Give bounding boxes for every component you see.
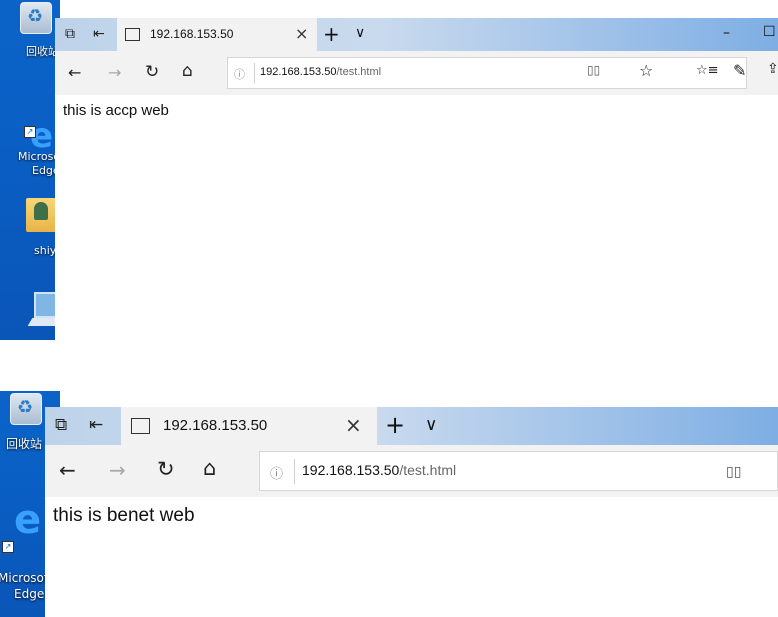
new-tab-button[interactable]: + xyxy=(323,22,340,46)
edge-window: ⧉ ⇤ 192.168.153.50 × + ∨ ← → ↻ ⌂ ⓘ 192.1… xyxy=(45,407,778,617)
tab-preview-icon[interactable]: ⧉ xyxy=(55,415,67,435)
favorite-star-icon[interactable]: ☆ xyxy=(639,61,653,80)
recycle-bin-label: 回收站 xyxy=(6,437,43,451)
reading-view-icon[interactable]: ▯▯ xyxy=(587,63,600,77)
back-button[interactable]: ← xyxy=(59,458,76,482)
address-separator xyxy=(294,459,295,484)
screenshot-bottom: 回收站 e ↗ Microsoft Edge ⧉ ⇤ 192.168.153.5… xyxy=(0,391,778,617)
forward-button[interactable]: → xyxy=(109,458,126,482)
forward-button[interactable]: → xyxy=(108,63,121,82)
recycle-bin-icon[interactable] xyxy=(20,2,52,34)
edge-label-line2: Edge xyxy=(14,587,45,601)
refresh-button[interactable]: ↻ xyxy=(145,62,159,82)
home-button[interactable]: ⌂ xyxy=(203,456,216,480)
page-icon xyxy=(125,28,140,41)
edge-icon[interactable]: e xyxy=(14,497,41,543)
shortcut-arrow-icon: ↗ xyxy=(24,126,36,138)
url-host: 192.168.153.50 xyxy=(302,462,400,478)
title-bar: ⧉ ⇤ 192.168.153.50 × + ∨ xyxy=(45,407,778,445)
minimize-button[interactable]: – xyxy=(723,25,730,41)
page-text: this is accp web xyxy=(63,102,169,119)
shortcut-arrow-icon: ↗ xyxy=(2,541,14,553)
tab-title: 192.168.153.50 xyxy=(163,417,268,434)
favorites-hub-icon[interactable]: ☆≡ xyxy=(696,63,719,78)
title-bar: ⧉ ⇤ 192.168.153.50 × + ∨ – ☐ xyxy=(55,18,778,51)
web-note-icon[interactable]: ✎ xyxy=(733,61,746,80)
address-url[interactable]: 192.168.153.50/test.html xyxy=(260,66,381,78)
page-icon xyxy=(131,418,150,434)
page-content: this is accp web xyxy=(55,95,778,340)
close-icon[interactable]: × xyxy=(295,24,308,43)
tab-title: 192.168.153.50 xyxy=(150,27,234,41)
recycle-bin-icon[interactable] xyxy=(10,393,42,425)
maximize-button[interactable]: ☐ xyxy=(763,24,776,40)
back-button[interactable]: ← xyxy=(68,63,81,82)
address-url[interactable]: 192.168.153.50/test.html xyxy=(302,462,456,478)
url-host: 192.168.153.50 xyxy=(260,66,337,78)
new-tab-button[interactable]: + xyxy=(385,411,405,439)
user-folder-icon[interactable] xyxy=(26,198,56,232)
home-button[interactable]: ⌂ xyxy=(182,61,193,81)
address-bar[interactable]: ⓘ 192.168.153.50/test.html ▯▯ xyxy=(259,451,778,491)
tab-menu-chevron-icon[interactable]: ∨ xyxy=(355,25,365,41)
info-icon[interactable]: ⓘ xyxy=(270,463,283,482)
address-bar[interactable]: ⓘ 192.168.153.50/test.html xyxy=(227,57,747,89)
url-path: /test.html xyxy=(336,66,382,78)
refresh-button[interactable]: ↻ xyxy=(157,457,175,481)
url-path: /test.html xyxy=(399,462,457,478)
address-separator xyxy=(254,63,255,83)
tab-active[interactable]: 192.168.153.50 × xyxy=(117,18,317,51)
tab-active[interactable]: 192.168.153.50 × xyxy=(121,407,377,445)
set-tabs-aside-icon[interactable]: ⇤ xyxy=(89,415,103,435)
desktop-background: 回收站 e ↗ Microsoft Edge shiyu xyxy=(0,0,68,340)
share-icon[interactable]: ⇪ xyxy=(767,61,778,77)
set-tabs-aside-icon[interactable]: ⇤ xyxy=(93,26,105,42)
page-text: this is benet web xyxy=(53,505,195,526)
navigation-bar: ← → ↻ ⌂ ⓘ 192.168.153.50/test.html ▯▯ ☆ … xyxy=(55,51,778,95)
reading-view-icon[interactable]: ▯▯ xyxy=(726,464,741,480)
tab-menu-chevron-icon[interactable]: ∨ xyxy=(425,415,437,435)
info-icon[interactable]: ⓘ xyxy=(234,66,245,82)
tab-preview-icon[interactable]: ⧉ xyxy=(65,26,75,42)
page-content: this is benet web xyxy=(45,497,778,617)
close-icon[interactable]: × xyxy=(345,413,362,437)
navigation-bar: ← → ↻ ⌂ ⓘ 192.168.153.50/test.html ▯▯ xyxy=(45,445,778,497)
edge-window: ⧉ ⇤ 192.168.153.50 × + ∨ – ☐ ← → ↻ ⌂ ⓘ 1… xyxy=(55,18,778,340)
screenshot-top: 回收站 e ↗ Microsoft Edge shiyu ⧉ ⇤ 192.168… xyxy=(0,0,778,340)
